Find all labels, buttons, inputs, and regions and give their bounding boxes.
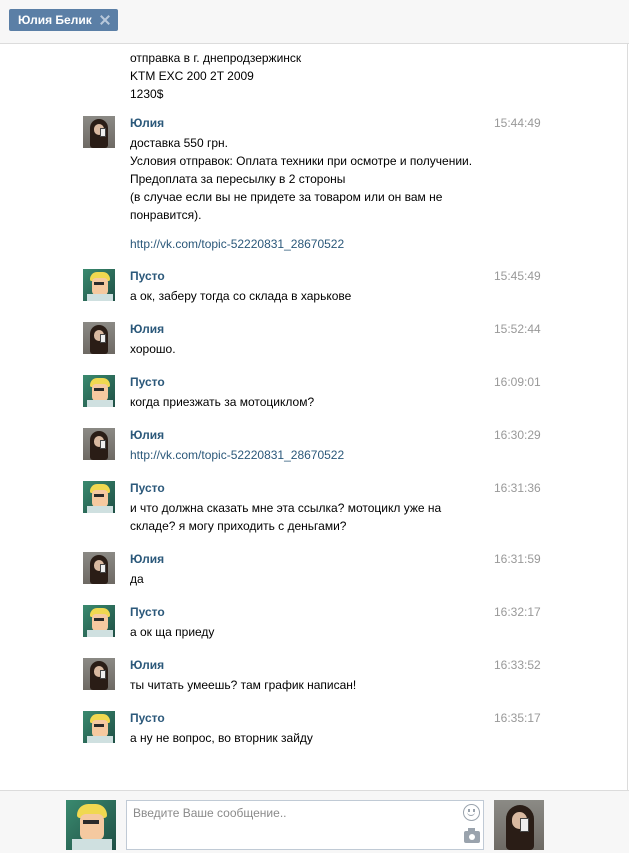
avatar[interactable] xyxy=(83,605,115,637)
message-author[interactable]: Пусто xyxy=(130,481,165,495)
avatar[interactable] xyxy=(83,375,115,407)
message-line: Предоплата за пересылку в 2 стороны xyxy=(130,172,346,186)
message-time: 16:31:59 xyxy=(494,552,541,566)
camera-icon[interactable] xyxy=(464,828,480,843)
peer-avatar[interactable] xyxy=(494,800,544,850)
dialog-tab[interactable]: Юлия Белик xyxy=(9,9,118,31)
message-time: 16:35:17 xyxy=(494,711,541,725)
message-item: Юлия 16:33:52 ты читать умеешь? там граф… xyxy=(0,658,627,692)
message-line: KTM EXC 200 2T 2009 xyxy=(130,69,254,83)
message-line: хорошо. xyxy=(130,342,176,356)
message-author[interactable]: Пусто xyxy=(130,605,165,619)
message-item: Юлия 16:31:59 да xyxy=(0,552,627,586)
message-item: Юлия 15:52:44 хорошо. xyxy=(0,322,627,356)
divider xyxy=(627,44,628,790)
message-body: да xyxy=(130,570,490,588)
message-body: хорошо. xyxy=(130,340,490,358)
message-time: 15:52:44 xyxy=(494,322,541,336)
message-body: ты читать умеешь? там график написан! xyxy=(130,676,490,694)
message-line: и что должна сказать мне эта ссылка? мот… xyxy=(130,501,442,515)
avatar[interactable] xyxy=(83,322,115,354)
message-line: доставка 550 грн. xyxy=(130,136,228,150)
message-line: а ок ща приеду xyxy=(130,625,215,639)
message-line: а ок, заберу тогда со склада в харькове xyxy=(130,289,352,303)
message-line: а ну не вопрос, во вторник зайду xyxy=(130,731,313,745)
message-body: и что должна сказать мне эта ссылка? мот… xyxy=(130,499,490,535)
close-icon[interactable] xyxy=(99,14,111,26)
message-author[interactable]: Юлия xyxy=(130,116,164,130)
message-line: (в случае если вы не придете за товаром … xyxy=(130,190,443,204)
message-author[interactable]: Юлия xyxy=(130,658,164,672)
avatar[interactable] xyxy=(83,116,115,148)
message-line: ты читать умеешь? там график написан! xyxy=(130,678,357,692)
message-item: Юлия 15:44:49 доставка 550 грн. Условия … xyxy=(0,116,627,251)
my-avatar[interactable] xyxy=(66,800,116,850)
message-time: 15:44:49 xyxy=(494,116,541,130)
top-bar: Юлия Белик xyxy=(0,0,629,44)
message-line: 1230$ xyxy=(130,87,164,101)
message-link[interactable]: http://vk.com/topic-52220831_28670522 xyxy=(130,237,344,251)
message-line: отправка в г. днепродзержинск xyxy=(130,51,302,65)
message-time: 15:45:49 xyxy=(494,269,541,283)
message-body: а ок, заберу тогда со склада в харькове xyxy=(130,287,490,305)
avatar[interactable] xyxy=(83,481,115,513)
message-item: Пусто 16:32:17 а ок ща приеду xyxy=(0,605,627,639)
avatar[interactable] xyxy=(83,269,115,301)
message-item: Юлия 16:30:29 http://vk.com/topic-522208… xyxy=(0,428,627,462)
message-history[interactable]: отправка в г. днепродзержинск KTM EXC 20… xyxy=(0,44,627,790)
avatar[interactable] xyxy=(83,658,115,690)
message-body: а ну не вопрос, во вторник зайду xyxy=(130,729,490,747)
message-link[interactable]: http://vk.com/topic-52220831_28670522 xyxy=(130,448,344,462)
message-time: 16:30:29 xyxy=(494,428,541,442)
compose-area xyxy=(0,790,629,853)
avatar[interactable] xyxy=(83,428,115,460)
message-line: когда приезжать за мотоциклом? xyxy=(130,395,315,409)
dialog-tab-label: Юлия Белик xyxy=(18,13,92,27)
message-body: доставка 550 грн. Условия отправок: Опла… xyxy=(130,134,490,253)
message-time: 16:32:17 xyxy=(494,605,541,619)
message-time: 16:31:36 xyxy=(494,481,541,495)
message-author[interactable]: Юлия xyxy=(130,428,164,442)
message-author[interactable]: Пусто xyxy=(130,269,165,283)
message-author[interactable]: Юлия xyxy=(130,552,164,566)
message-item: Пусто 16:09:01 когда приезжать за мотоци… xyxy=(0,375,627,409)
avatar[interactable] xyxy=(83,711,115,743)
message-body: когда приезжать за мотоциклом? xyxy=(130,393,490,411)
message-body: http://vk.com/topic-52220831_28670522 xyxy=(130,446,490,464)
message-item: Пусто 16:31:36 и что должна сказать мне … xyxy=(0,481,627,533)
message-item: Пусто 16:35:17 а ну не вопрос, во вторни… xyxy=(0,711,627,745)
message-line: да xyxy=(130,572,144,586)
message-line: понравится). xyxy=(130,208,202,222)
avatar[interactable] xyxy=(83,552,115,584)
message-item: Пусто 15:45:49 а ок, заберу тогда со скл… xyxy=(0,269,627,303)
message-continuation: отправка в г. днепродзержинск KTM EXC 20… xyxy=(130,49,301,103)
message-author[interactable]: Юлия xyxy=(130,322,164,336)
message-body: а ок ща приеду xyxy=(130,623,490,641)
message-input[interactable] xyxy=(126,800,484,850)
message-author[interactable]: Пусто xyxy=(130,375,165,389)
message-author[interactable]: Пусто xyxy=(130,711,165,725)
message-line: складе? я могу приходить с деньгами? xyxy=(130,519,347,533)
message-time: 16:33:52 xyxy=(494,658,541,672)
message-line: Условия отправок: Оплата техники при осм… xyxy=(130,154,473,168)
message-time: 16:09:01 xyxy=(494,375,541,389)
smile-icon[interactable] xyxy=(463,804,480,821)
